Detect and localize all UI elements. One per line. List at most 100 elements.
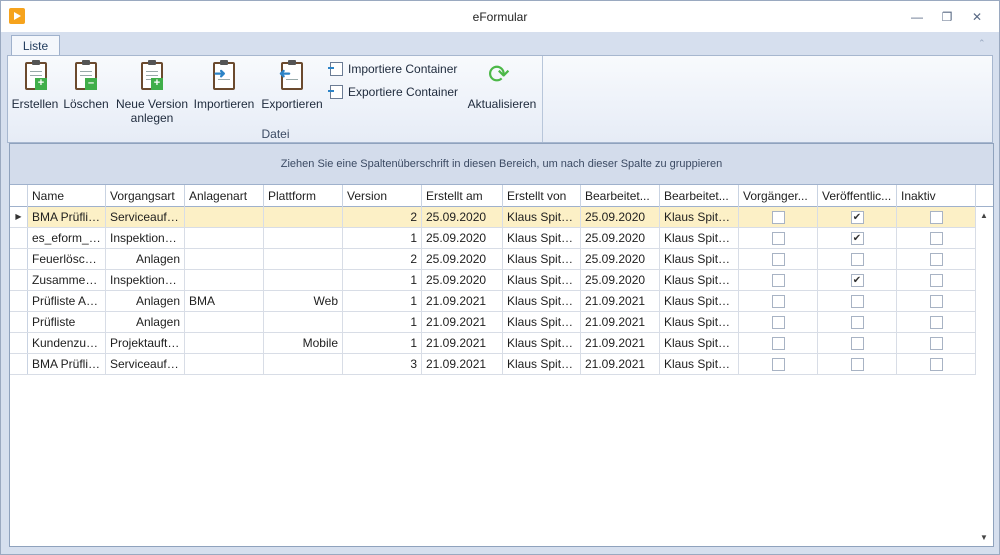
column-header[interactable]: Vorgänger... bbox=[739, 185, 818, 207]
checkbox[interactable] bbox=[771, 211, 785, 224]
import-container-button[interactable]: Importiere Container bbox=[328, 60, 468, 78]
import-button[interactable]: ➜ Importieren bbox=[192, 56, 256, 126]
close-icon[interactable]: ✕ bbox=[969, 9, 985, 25]
column-header[interactable]: Veröffentlic... bbox=[818, 185, 897, 207]
vertical-scrollbar[interactable]: ▲ ▼ bbox=[976, 207, 993, 546]
column-header[interactable]: Anlagenart bbox=[185, 185, 264, 207]
column-header[interactable]: Inaktiv bbox=[897, 185, 976, 207]
checkbox[interactable]: ✔ bbox=[850, 232, 864, 245]
cell-inaktiv bbox=[897, 333, 976, 353]
row-indicator[interactable] bbox=[10, 270, 28, 290]
column-header[interactable]: Bearbeitet... bbox=[660, 185, 739, 207]
row-indicator[interactable] bbox=[10, 291, 28, 311]
cell-bearbeitet_von: Klaus Spitz... bbox=[660, 354, 739, 374]
delete-button[interactable]: – Löschen bbox=[62, 56, 110, 126]
row-indicator[interactable] bbox=[10, 312, 28, 332]
column-header[interactable]: Version bbox=[343, 185, 422, 207]
row-indicator[interactable] bbox=[10, 333, 28, 353]
new-version-button[interactable]: + Neue Version anlegen bbox=[112, 56, 192, 126]
checkbox[interactable] bbox=[850, 295, 864, 308]
table-row[interactable]: BMA Prüflis... Serviceauftr... 3 21.09.2021… bbox=[10, 354, 976, 375]
cell-erstellt_von: Klaus Spitz... bbox=[503, 207, 581, 227]
clipboard-new-version-icon: + bbox=[137, 60, 167, 92]
table-row[interactable]: es_eform_C... Inspektions... 1 25.09.2020 Kl… bbox=[10, 228, 976, 249]
cell-bearbeitet_von: Klaus Spitz... bbox=[660, 207, 739, 227]
checkbox[interactable] bbox=[929, 211, 943, 224]
row-indicator[interactable] bbox=[10, 354, 28, 374]
export-button[interactable]: ➜ Exportieren bbox=[260, 56, 324, 126]
checkbox[interactable] bbox=[929, 253, 943, 266]
checkbox[interactable] bbox=[771, 232, 785, 245]
table-row[interactable]: Zusammen... Inspektions... 1 25.09.2020 Klau… bbox=[10, 270, 976, 291]
ribbon-group-label: Datei bbox=[261, 127, 290, 141]
column-header[interactable]: Name bbox=[28, 185, 106, 207]
refresh-icon: ⟳ bbox=[488, 59, 510, 89]
cell-version: 1 bbox=[343, 228, 422, 248]
checkbox[interactable] bbox=[929, 316, 943, 329]
checkbox[interactable] bbox=[771, 337, 785, 350]
checkbox[interactable] bbox=[850, 316, 864, 329]
cell-anlagenart bbox=[185, 270, 264, 290]
column-header[interactable]: Erstellt am bbox=[422, 185, 503, 207]
checkbox[interactable] bbox=[850, 358, 864, 371]
checkbox[interactable] bbox=[771, 316, 785, 329]
table-row[interactable]: Feuerlösch... Anlagen 2 25.09.2020 Klaus Spi… bbox=[10, 249, 976, 270]
checkbox[interactable] bbox=[771, 274, 785, 287]
cell-inaktiv bbox=[897, 228, 976, 248]
current-row-indicator-icon[interactable]: ▶ bbox=[10, 207, 28, 227]
clipboard-remove-icon: – bbox=[71, 60, 101, 92]
restore-icon[interactable]: ❐ bbox=[939, 9, 955, 25]
collapse-ribbon-icon[interactable]: ⌃ bbox=[978, 38, 988, 48]
cell-veroeffentlicht: ✔ bbox=[818, 207, 897, 227]
checkbox[interactable]: ✔ bbox=[850, 211, 864, 224]
checkbox[interactable] bbox=[929, 295, 943, 308]
export-label: Exportieren bbox=[261, 97, 323, 111]
cell-name: Kundenzufr... bbox=[28, 333, 106, 353]
refresh-label: Aktualisieren bbox=[467, 97, 537, 111]
grid-header: Name Vorgangsart Anlagenart Plattform Versio… bbox=[10, 185, 993, 207]
checkbox[interactable] bbox=[929, 358, 943, 371]
minimize-icon[interactable]: — bbox=[909, 9, 925, 25]
refresh-button[interactable]: ⟳ Aktualisieren bbox=[466, 56, 538, 126]
cell-erstellt_am: 21.09.2021 bbox=[422, 312, 503, 332]
checkbox[interactable] bbox=[929, 274, 943, 287]
table-row[interactable]: Kundenzufr... Projektauftr... Mobile 1 21.09… bbox=[10, 333, 976, 354]
scroll-up-icon[interactable]: ▲ bbox=[980, 211, 988, 220]
checkbox[interactable]: ✔ bbox=[850, 274, 864, 287]
checkbox[interactable] bbox=[771, 358, 785, 371]
tab-liste[interactable]: Liste bbox=[11, 35, 60, 57]
cell-bearbeitet_am: 25.09.2020 bbox=[581, 228, 660, 248]
new-version-label-line2: anlegen bbox=[130, 111, 174, 125]
checkbox[interactable] bbox=[929, 337, 943, 350]
checkbox[interactable] bbox=[929, 232, 943, 245]
column-header[interactable]: Plattform bbox=[264, 185, 343, 207]
cell-plattform: Mobile bbox=[264, 333, 343, 353]
cell-inaktiv bbox=[897, 270, 976, 290]
column-header[interactable]: Erstellt von bbox=[503, 185, 581, 207]
table-row[interactable]: ▶ BMA Prüflis... Serviceauftr... 2 25.09.202… bbox=[10, 207, 976, 228]
row-indicator[interactable] bbox=[10, 228, 28, 248]
checkbox[interactable] bbox=[771, 253, 785, 266]
checkbox[interactable] bbox=[850, 253, 864, 266]
cell-erstellt_von: Klaus Spitz... bbox=[503, 333, 581, 353]
group-by-panel[interactable]: Ziehen Sie eine Spaltenüberschrift in di… bbox=[10, 144, 993, 185]
column-header[interactable]: Vorgangsart bbox=[106, 185, 185, 207]
checkbox[interactable] bbox=[850, 337, 864, 350]
cell-bearbeitet_von: Klaus Spitz... bbox=[660, 270, 739, 290]
scroll-down-icon[interactable]: ▼ bbox=[980, 533, 988, 542]
table-row[interactable]: Prüfliste Anlagen 1 21.09.2021 Klaus Spitz..… bbox=[10, 312, 976, 333]
table-row[interactable]: Prüfliste An... Anlagen BMA Web 1 21.09.2021 K… bbox=[10, 291, 976, 312]
import-container-icon bbox=[328, 62, 343, 76]
title-bar: eFormular — ❐ ✕ bbox=[1, 1, 999, 32]
cell-erstellt_am: 21.09.2021 bbox=[422, 354, 503, 374]
cell-erstellt_von: Klaus Spitz... bbox=[503, 291, 581, 311]
column-header[interactable]: Bearbeitet... bbox=[581, 185, 660, 207]
cell-bearbeitet_von: Klaus Spitz... bbox=[660, 312, 739, 332]
cell-veroeffentlicht: ✔ bbox=[818, 270, 897, 290]
cell-erstellt_am: 21.09.2021 bbox=[422, 333, 503, 353]
create-button[interactable]: + Erstellen bbox=[10, 56, 60, 126]
clipboard-export-icon: ➜ bbox=[277, 60, 307, 92]
export-container-button[interactable]: Exportiere Container bbox=[328, 83, 468, 101]
checkbox[interactable] bbox=[771, 295, 785, 308]
row-indicator[interactable] bbox=[10, 249, 28, 269]
